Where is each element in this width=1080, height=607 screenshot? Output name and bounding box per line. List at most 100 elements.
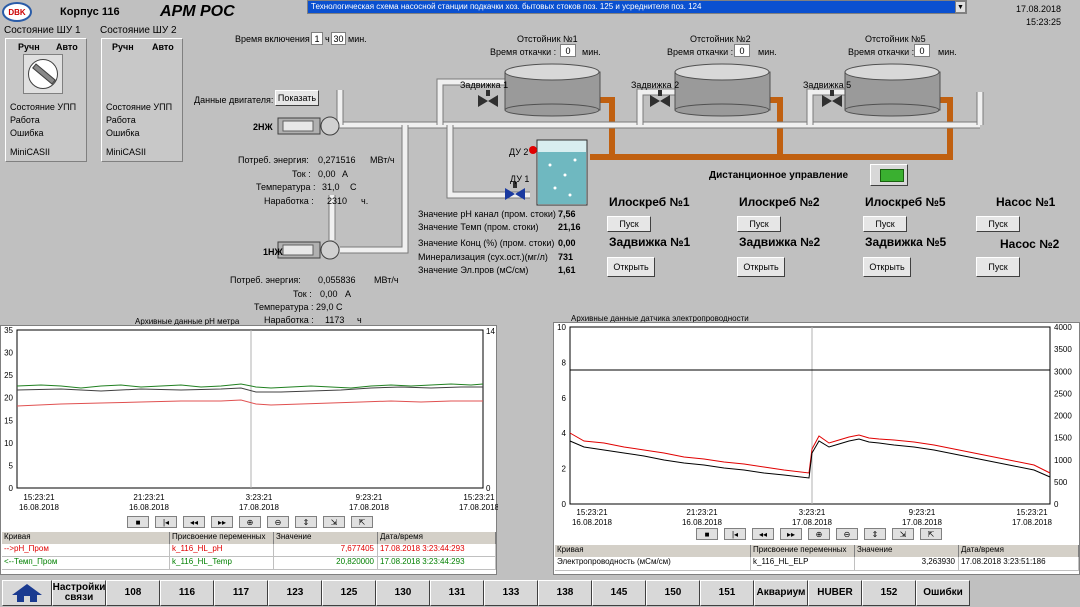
settler1-pump-input[interactable]: 0 [560,44,576,57]
elp-forward-button[interactable]: ▸▸ [780,528,802,540]
nav-button-11[interactable]: 150 [646,580,700,606]
z2-open-button[interactable]: Открыть [737,257,785,277]
nav-button-14[interactable]: HUBER [808,580,862,606]
pump-n2-start-button[interactable]: Пуск [976,257,1020,277]
home-icon [12,584,42,602]
elp-right-tick: 2500 [1054,389,1072,398]
elp-left-tick: 10 [557,323,566,332]
elp-first-button[interactable]: |◂ [724,528,746,540]
pump2-hours-label: Наработка : [264,196,314,206]
ph-fit-button[interactable]: ⇱ [351,516,373,528]
pump2-energy-label: Потреб. энергия: [238,155,309,165]
ph-scale-button[interactable]: ⇲ [323,516,345,528]
measure-temp-label: Значение Темп (пром. стоки) [418,222,539,232]
pump2-current-label: Ток : [292,169,311,179]
nav-button-4[interactable]: 123 [268,580,322,606]
remote-control-label: Дистанционное управление [709,170,849,181]
pump1-energy-unit: МВт/ч [374,275,399,285]
nav-button-9[interactable]: 138 [538,580,592,606]
ph-row1-curve[interactable]: -->pH_Пром [2,544,170,557]
nav-button-8[interactable]: 133 [484,580,538,606]
elp-left-tick: 6 [562,394,567,403]
ph-x-tick-date: 17.08.2018 [349,503,390,512]
measure-elp-value: 1,61 [558,265,576,275]
elp-legend-header-curve: Кривая [555,545,751,557]
nav-button-2[interactable]: 116 [160,580,214,606]
nav-button-16[interactable]: Ошибки [916,580,970,606]
ilo1-start-button[interactable]: Пуск [607,216,651,232]
ph-x-tick-time: 3:23:21 [246,493,273,502]
ph-row2-var: k_116_HL_Temp [170,557,274,570]
elp-zoom-in-icon[interactable]: ⊕ [808,528,830,540]
ph-stop-button[interactable]: ■ [127,516,149,528]
remote-control-toggle[interactable] [870,164,908,186]
settler2-pump-input[interactable]: 0 [734,44,750,57]
ph-left-tick: 35 [4,326,13,335]
pump-n1-title: Насос №1 [996,195,1056,209]
nav-button-5[interactable]: 125 [322,580,376,606]
nav-button-13[interactable]: Аквариум [754,580,808,606]
ph-row2-curve[interactable]: <--Темп_Пром [2,557,170,570]
settler1-title: Отстойник №1 [517,34,578,44]
nav-button-7[interactable]: 131 [430,580,484,606]
elp-legend-header-var: Присвоение переменных [751,545,855,557]
elp-back-button[interactable]: ◂◂ [752,528,774,540]
nav-button-10[interactable]: 145 [592,580,646,606]
pump1-temp-label: Температура : [254,302,314,312]
ph-back-button[interactable]: ◂◂ [183,516,205,528]
settler2-title: Отстойник №2 [690,34,751,44]
valve2-label: Задвижка 2 [631,80,680,90]
ph-zoom-in-icon[interactable]: ⊕ [239,516,261,528]
pump-n2-title: Насос №2 [1000,237,1060,251]
nav-button-12[interactable]: 151 [700,580,754,606]
chart-ph-left-ticks: 35 30 25 20 15 10 5 0 [4,326,13,493]
elp-fit-button[interactable]: ⇱ [920,528,942,540]
chart-elp-panel: 10 8 6 4 2 0 4000 3500 3000 2500 2000 1500 1000 500 0… [553,322,1080,575]
elp-right-tick: 1500 [1054,434,1072,443]
elp-legend-header-value: Значение [855,545,959,557]
pump1-current: 0,00 [320,289,338,299]
elp-scale-button[interactable]: ⇲ [892,528,914,540]
ph-right-tick: 0 [486,484,491,493]
ph-x-tick-date: 17.08.2018 [459,503,498,512]
chart-ph-x-labels: 15:23:2116.08.201821:23:2116.08.20183:23… [19,493,498,512]
home-button[interactable] [2,580,52,606]
measure-conc-value: 0,00 [558,238,576,248]
nav-button-6[interactable]: 130 [376,580,430,606]
ph-row2-dt: 17.08.2018 3:23:44:293 [378,557,496,570]
ph-left-tick: 0 [9,484,14,493]
pump2-current: 0,00 [318,169,336,179]
ph-zoom-out-icon[interactable]: ⊖ [267,516,289,528]
ph-row1-var: k_116_HL_pH [170,544,274,557]
elp-row1-value: 3,263930 [855,557,959,571]
pump2-temp-unit: С [350,182,357,192]
nav-button-15[interactable]: 152 [862,580,916,606]
ph-legend-header-var: Присвоение переменных [170,532,274,544]
ilo5-start-button[interactable]: Пуск [863,216,907,232]
z1-open-button[interactable]: Открыть [607,257,655,277]
nav-button-3[interactable]: 117 [214,580,268,606]
elp-row1-curve[interactable]: Электропроводность (мСм/см) [555,557,751,571]
ph-pan-button[interactable]: ⇕ [295,516,317,528]
du2-label: ДУ 2 [509,147,529,157]
ph-first-button[interactable]: |◂ [155,516,177,528]
nav-button-1[interactable]: 108 [106,580,160,606]
pump2-energy-unit: МВт/ч [370,155,395,165]
elp-stop-button[interactable]: ■ [696,528,718,540]
z5-open-button[interactable]: Открыть [863,257,911,277]
elp-pan-button[interactable]: ⇕ [864,528,886,540]
elp-right-tick: 3000 [1054,367,1072,376]
ph-row1-dt: 17.08.2018 3:23:44:293 [378,544,496,557]
elp-zoom-out-icon[interactable]: ⊖ [836,528,858,540]
elp-right-tick: 4000 [1054,323,1072,332]
pump1-current-unit: А [345,289,352,299]
ilo1-title: Илоскреб №1 [609,195,690,209]
settler5-pump-input[interactable]: 0 [914,44,930,57]
ilo2-start-button[interactable]: Пуск [737,216,781,232]
elp-x-tick-time: 9:23:21 [909,508,936,517]
ph-x-tick-date: 16.08.2018 [19,503,60,512]
pump-n1-start-button[interactable]: Пуск [976,216,1020,232]
ph-forward-button[interactable]: ▸▸ [211,516,233,528]
ph-legend-header-dt: Дата/время [378,532,496,544]
nav-button-0[interactable]: Настройки связи [52,580,106,606]
